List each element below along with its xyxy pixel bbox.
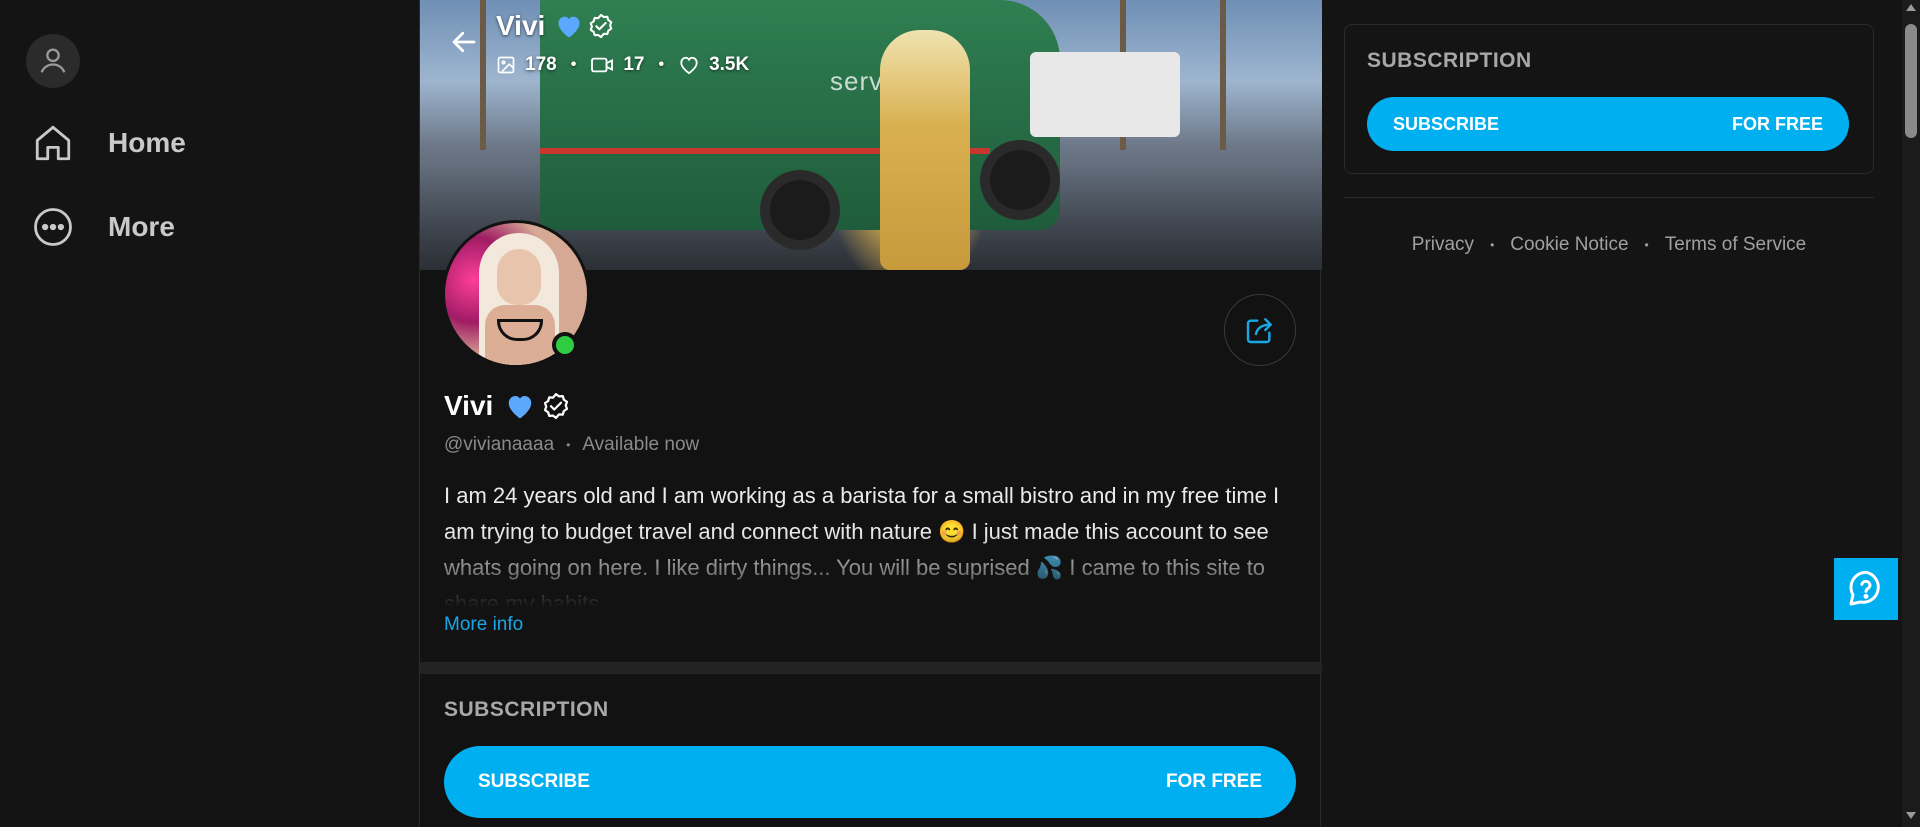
cover-name-row: Vivi [496,8,749,44]
user-icon [40,48,66,73]
blue-heart-icon [558,16,580,38]
scroll-up-arrow[interactable] [1906,4,1916,11]
subscribe-button[interactable]: SUBSCRIBE FOR FREE [444,746,1296,818]
page-scrollbar[interactable] [1902,0,1920,827]
cover-van-wheel [760,170,840,250]
videos-count: 17 [623,54,645,75]
user-avatar-button[interactable] [26,34,80,88]
share-icon [1246,318,1272,344]
likes-stat: 3.5K [678,54,749,76]
sidebar-price-label: FOR FREE [1731,113,1823,134]
footer-separator: • [1644,238,1649,252]
nav-item-home[interactable]: Home [30,120,186,166]
right-sidebar: SUBSCRIPTION SUBSCRIBE FOR FREE Privacy … [1322,0,1902,827]
scroll-thumb[interactable] [1905,24,1917,138]
section-divider [420,662,1322,674]
profile-main-column: servier Vivi 178 • 17 • 3.5K Vivi @vivia… [419,0,1322,827]
availability-status: Available now [582,434,700,455]
videos-stat: 17 [590,54,644,76]
profile-stats: 178 • 17 • 3.5K [496,54,749,76]
sidebar-subscribe-label: SUBSCRIBE [1393,113,1500,134]
cover-person [880,30,970,270]
subscription-card: SUBSCRIPTION SUBSCRIBE FOR FREE [1344,24,1874,174]
sidebar-subscribe-button[interactable]: SUBSCRIBE FOR FREE [1367,97,1849,151]
cover-truck [1030,52,1180,137]
more-icon [30,204,76,250]
terms-of-service-link[interactable]: Terms of Service [1665,234,1806,256]
share-button[interactable] [1224,294,1296,366]
profile-bio: I am 24 years old and I am working as a … [444,483,1280,608]
cover-info: Vivi 178 • 17 • 3.5K [496,8,749,76]
subscribe-price-label: FOR FREE [1165,771,1262,792]
likes-count: 3.5K [709,54,750,75]
heart-outline-icon [680,56,698,75]
left-sidebar: Home More [0,0,418,827]
subscription-title: SUBSCRIPTION [444,698,609,721]
verified-icon [589,13,613,39]
subscription-card-title: SUBSCRIPTION [1367,49,1532,72]
privacy-link[interactable]: Privacy [1412,234,1474,256]
help-icon [1849,570,1880,606]
nav-item-more[interactable]: More [30,204,175,250]
profile-name-row: Vivi [444,390,571,422]
scroll-down-arrow[interactable] [1906,812,1916,819]
footer-separator: • [1490,238,1495,252]
photos-stat: 178 [496,54,557,76]
blue-heart-icon [509,396,532,419]
back-button[interactable] [444,22,484,62]
cover-image: servier Vivi 178 • 17 • 3.5K [420,0,1322,270]
palm-tree [1220,0,1226,150]
stat-separator: • [658,56,665,73]
cover-profile-name: Vivi [496,10,546,41]
footer-links: Privacy • Cookie Notice • Terms of Servi… [1344,234,1874,256]
profile-name: Vivi [444,390,494,421]
cookie-notice-link[interactable]: Cookie Notice [1510,234,1628,256]
avatar-face [497,249,541,305]
verified-icon [544,393,569,419]
help-button[interactable] [1834,558,1898,620]
video-icon [591,57,614,73]
arrow-left-icon [452,31,476,53]
home-icon [30,120,76,166]
handle-separator: • [566,438,571,452]
right-divider [1344,197,1874,198]
stat-separator: • [570,56,577,73]
handle-row: @vivianaaaa • Available now [444,434,699,456]
online-status-dot [552,332,578,358]
profile-handle: @vivianaaaa [444,434,555,455]
photos-count: 178 [525,54,557,75]
cover-header: Vivi 178 • 17 • 3.5K [444,8,749,76]
image-icon [497,56,515,74]
nav-home-label: Home [108,127,186,158]
subscribe-button-label: SUBSCRIBE [478,771,590,792]
nav-more-label: More [108,211,175,242]
cover-van-wheel [980,140,1060,220]
more-info-link[interactable]: More info [444,614,523,636]
